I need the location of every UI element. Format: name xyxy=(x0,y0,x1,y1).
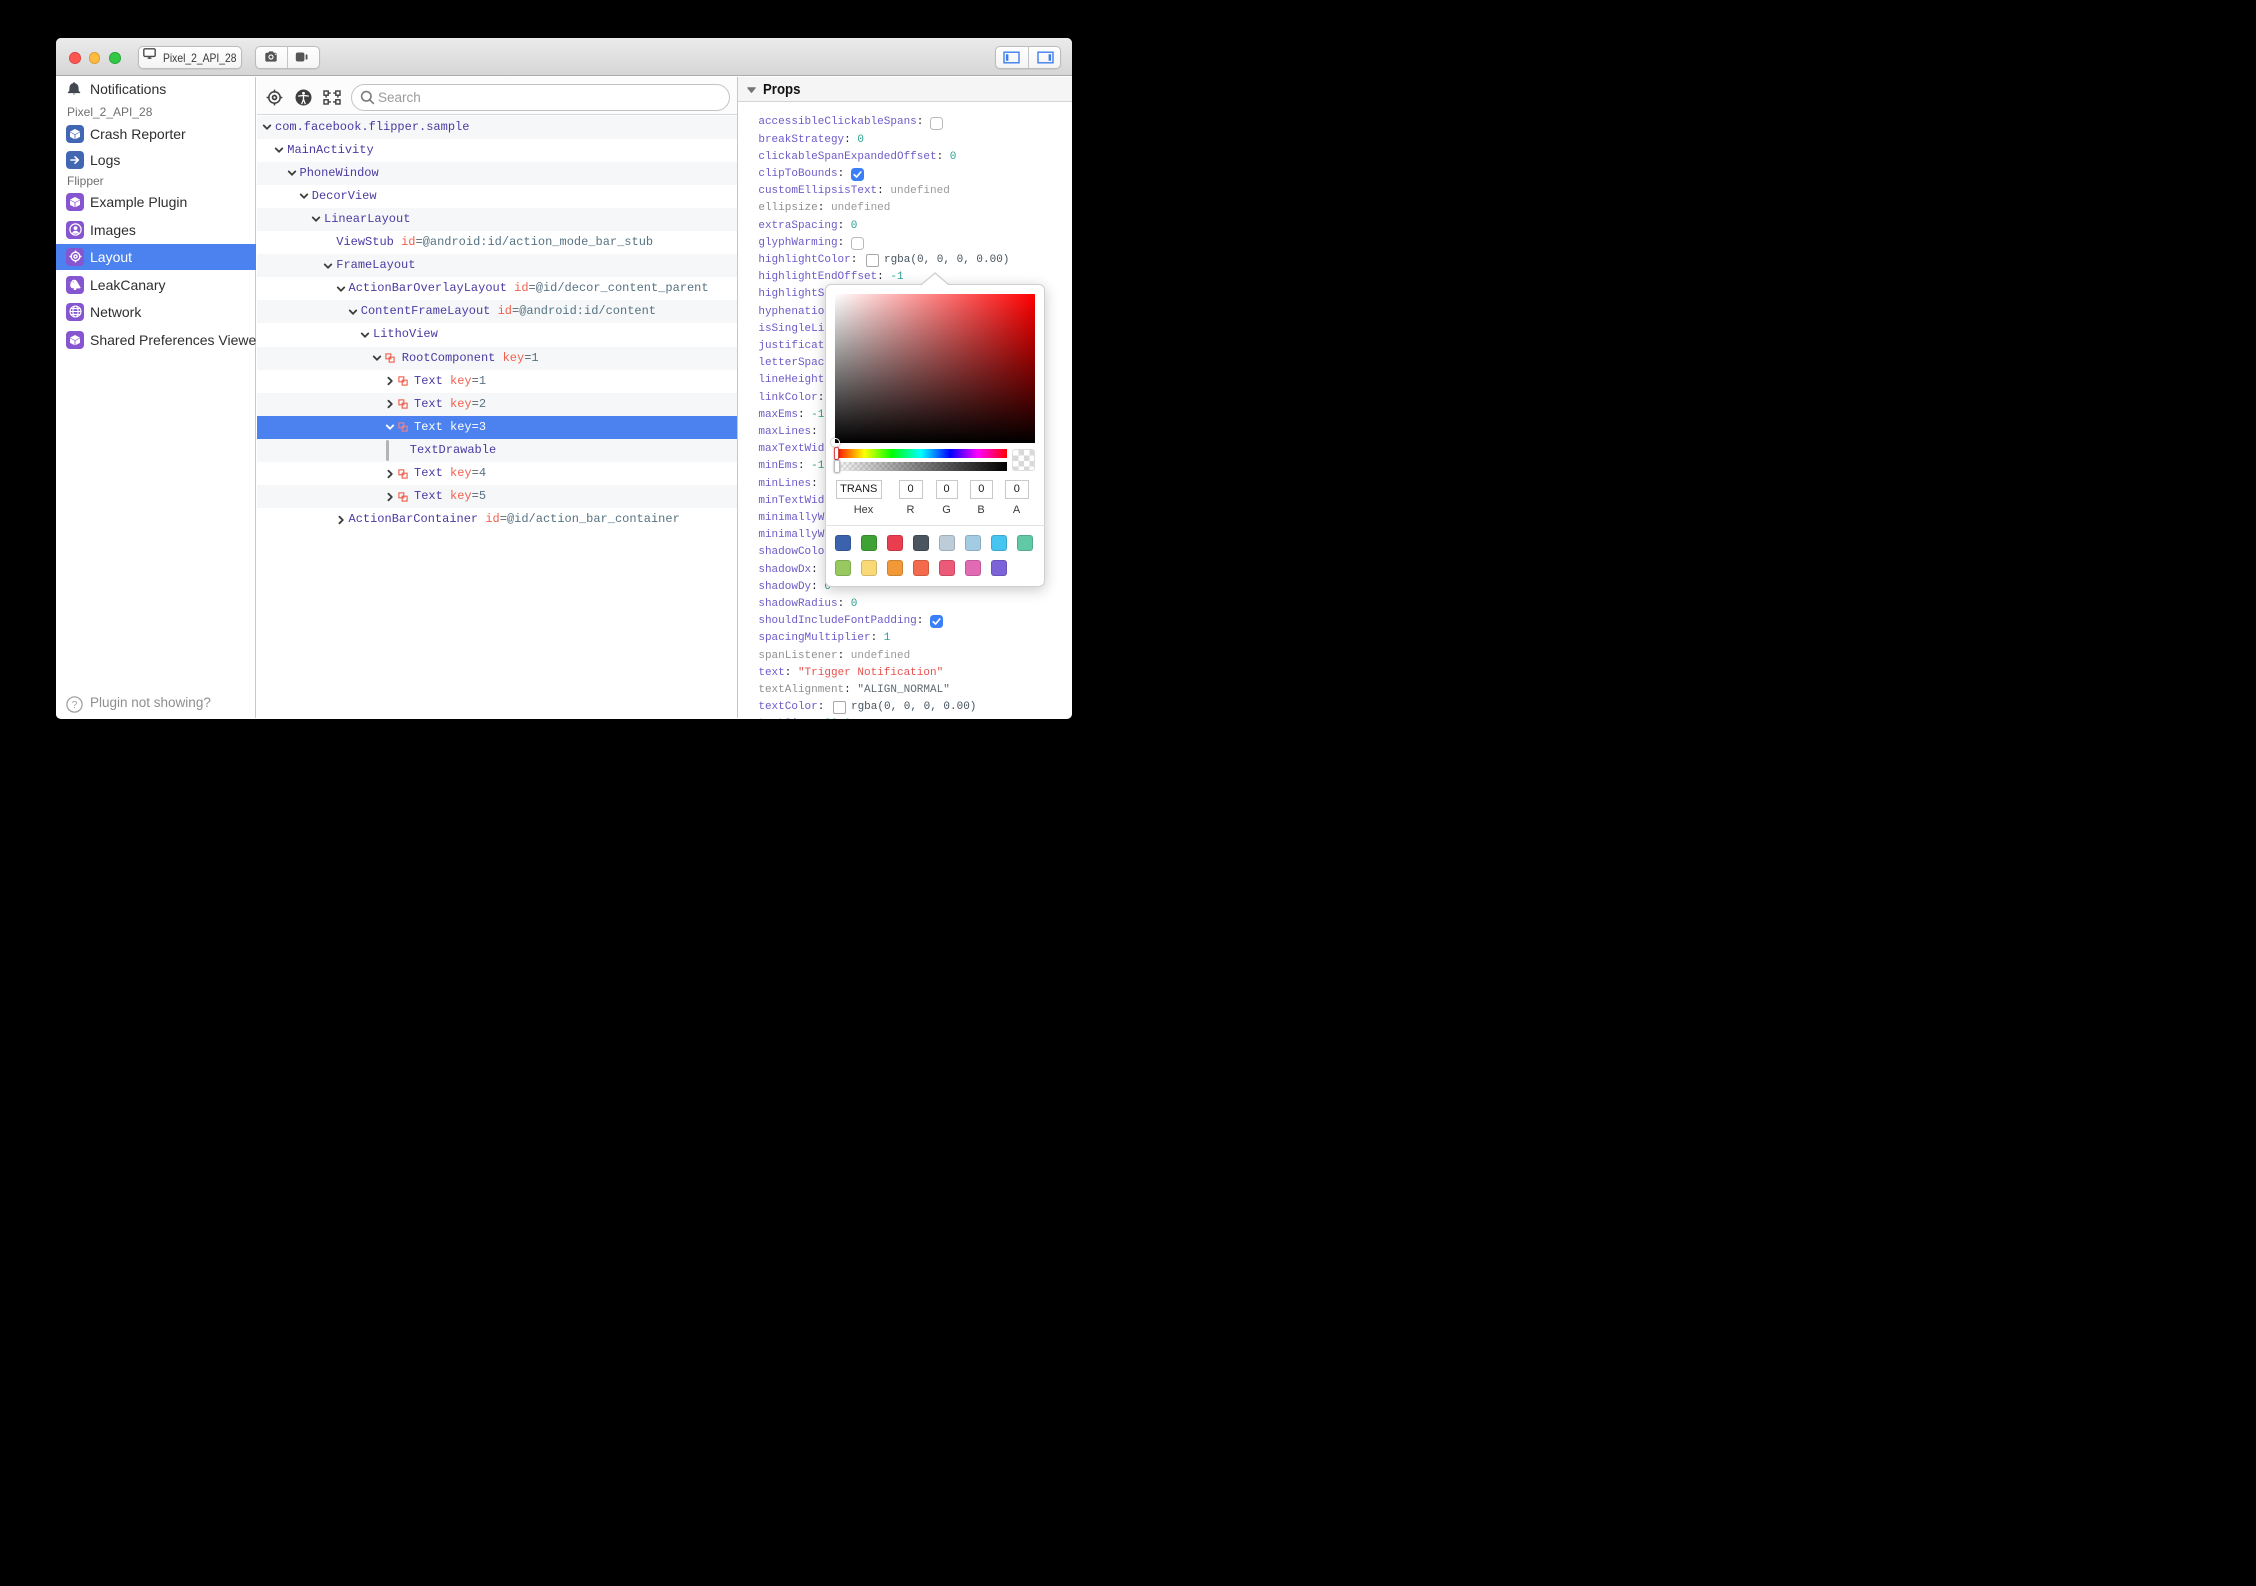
svg-text:?: ? xyxy=(72,700,78,711)
